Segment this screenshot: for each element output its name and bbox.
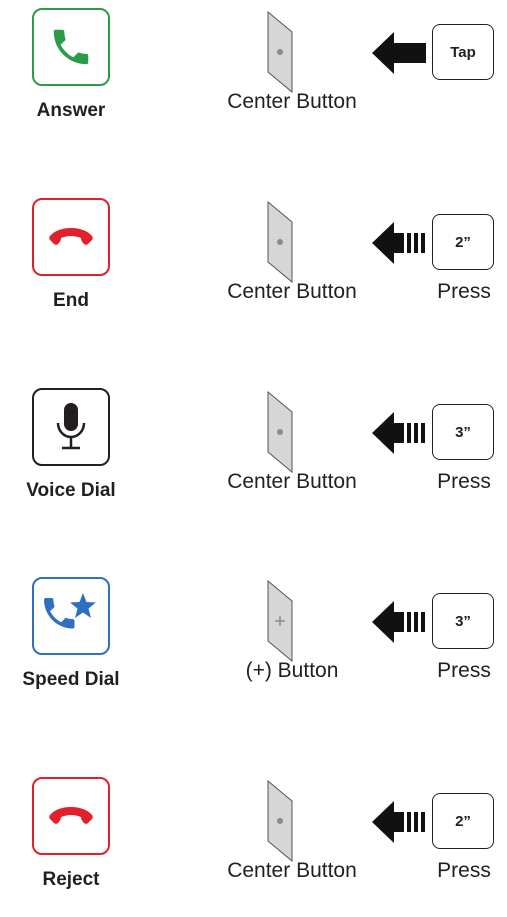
arrow-left-hold-icon	[372, 412, 425, 454]
center-button-icon	[267, 10, 293, 94]
phone-hangup-icon	[49, 807, 93, 824]
button-label-end: Center Button	[227, 280, 357, 303]
speed-dial-icon-box	[32, 577, 110, 655]
arrow-left-hold-icon	[372, 801, 425, 843]
microphone-icon	[56, 403, 86, 450]
press-label-speed-dial: Press	[437, 659, 491, 682]
row-reject: Reject Center Button 2” Press	[0, 777, 507, 917]
action-box-reject: 2”	[432, 793, 494, 849]
voice-dial-icon-box	[32, 388, 110, 466]
button-label-speed-dial: (+) Button	[245, 659, 339, 682]
button-label-answer: Center Button	[227, 90, 357, 113]
row-end: End Center Button 2” Press	[0, 198, 507, 338]
center-button-icon	[267, 390, 293, 474]
end-icon-box	[32, 198, 110, 276]
action-box-end: 2”	[432, 214, 494, 270]
phone-answer-icon	[53, 29, 89, 65]
function-label-reject: Reject	[42, 869, 100, 890]
plus-button-icon	[267, 579, 293, 663]
answer-icon-box	[32, 8, 110, 86]
phone-star-icon	[44, 593, 96, 629]
function-label-answer: Answer	[36, 100, 106, 121]
press-label-voice-dial: Press	[437, 470, 491, 493]
reject-icon-box	[32, 777, 110, 855]
row-voice-dial: Voice Dial Center Button 3” Press	[0, 388, 507, 528]
phone-hangup-icon	[49, 228, 93, 245]
center-button-icon	[267, 200, 293, 284]
press-label-reject: Press	[437, 859, 491, 882]
row-speed-dial: Speed Dial (+) Button 3” Press	[0, 577, 507, 717]
button-label-reject: Center Button	[227, 859, 357, 882]
action-box-voice-dial: 3”	[432, 404, 494, 460]
arrow-left-hold-icon	[372, 601, 425, 643]
function-label-voice-dial: Voice Dial	[26, 480, 116, 501]
row-answer: Answer Center Button Tap	[0, 8, 507, 148]
press-label-end: Press	[437, 280, 491, 303]
action-box-answer: Tap	[432, 24, 494, 80]
arrow-left-icon	[372, 32, 426, 74]
action-box-speed-dial: 3”	[432, 593, 494, 649]
center-button-icon	[267, 779, 293, 863]
function-label-end: End	[53, 290, 89, 311]
button-label-voice-dial: Center Button	[227, 470, 357, 493]
arrow-left-hold-icon	[372, 222, 425, 264]
function-label-speed-dial: Speed Dial	[22, 669, 120, 690]
